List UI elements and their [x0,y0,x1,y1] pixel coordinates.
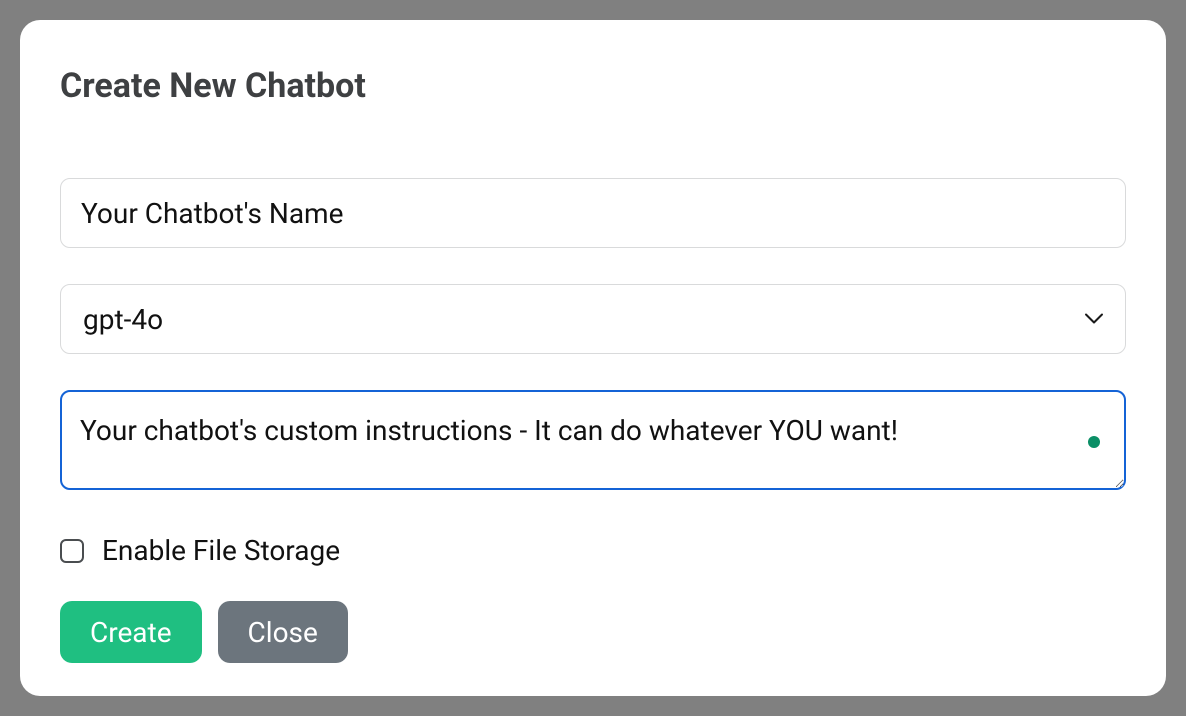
instructions-wrap [60,390,1126,494]
close-button[interactable]: Close [218,601,348,663]
create-button[interactable]: Create [60,601,202,663]
file-storage-label[interactable]: Enable File Storage [102,534,340,567]
model-field-group: gpt-4o [60,284,1126,354]
modal-title: Create New Chatbot [60,66,1126,106]
file-storage-checkbox[interactable] [60,539,84,563]
modal-button-row: Create Close [60,601,1126,663]
name-field-group [60,178,1126,248]
model-select[interactable]: gpt-4o [60,284,1126,354]
model-select-wrap: gpt-4o [60,284,1126,354]
modal-backdrop: Create New Chatbot gpt-4o [0,0,1186,716]
file-storage-row: Enable File Storage [60,534,1126,567]
instructions-textarea[interactable] [60,390,1126,490]
instructions-field-group [60,390,1126,494]
create-chatbot-modal: Create New Chatbot gpt-4o [20,20,1166,696]
status-dot-icon [1088,436,1100,448]
chatbot-name-input[interactable] [60,178,1126,248]
